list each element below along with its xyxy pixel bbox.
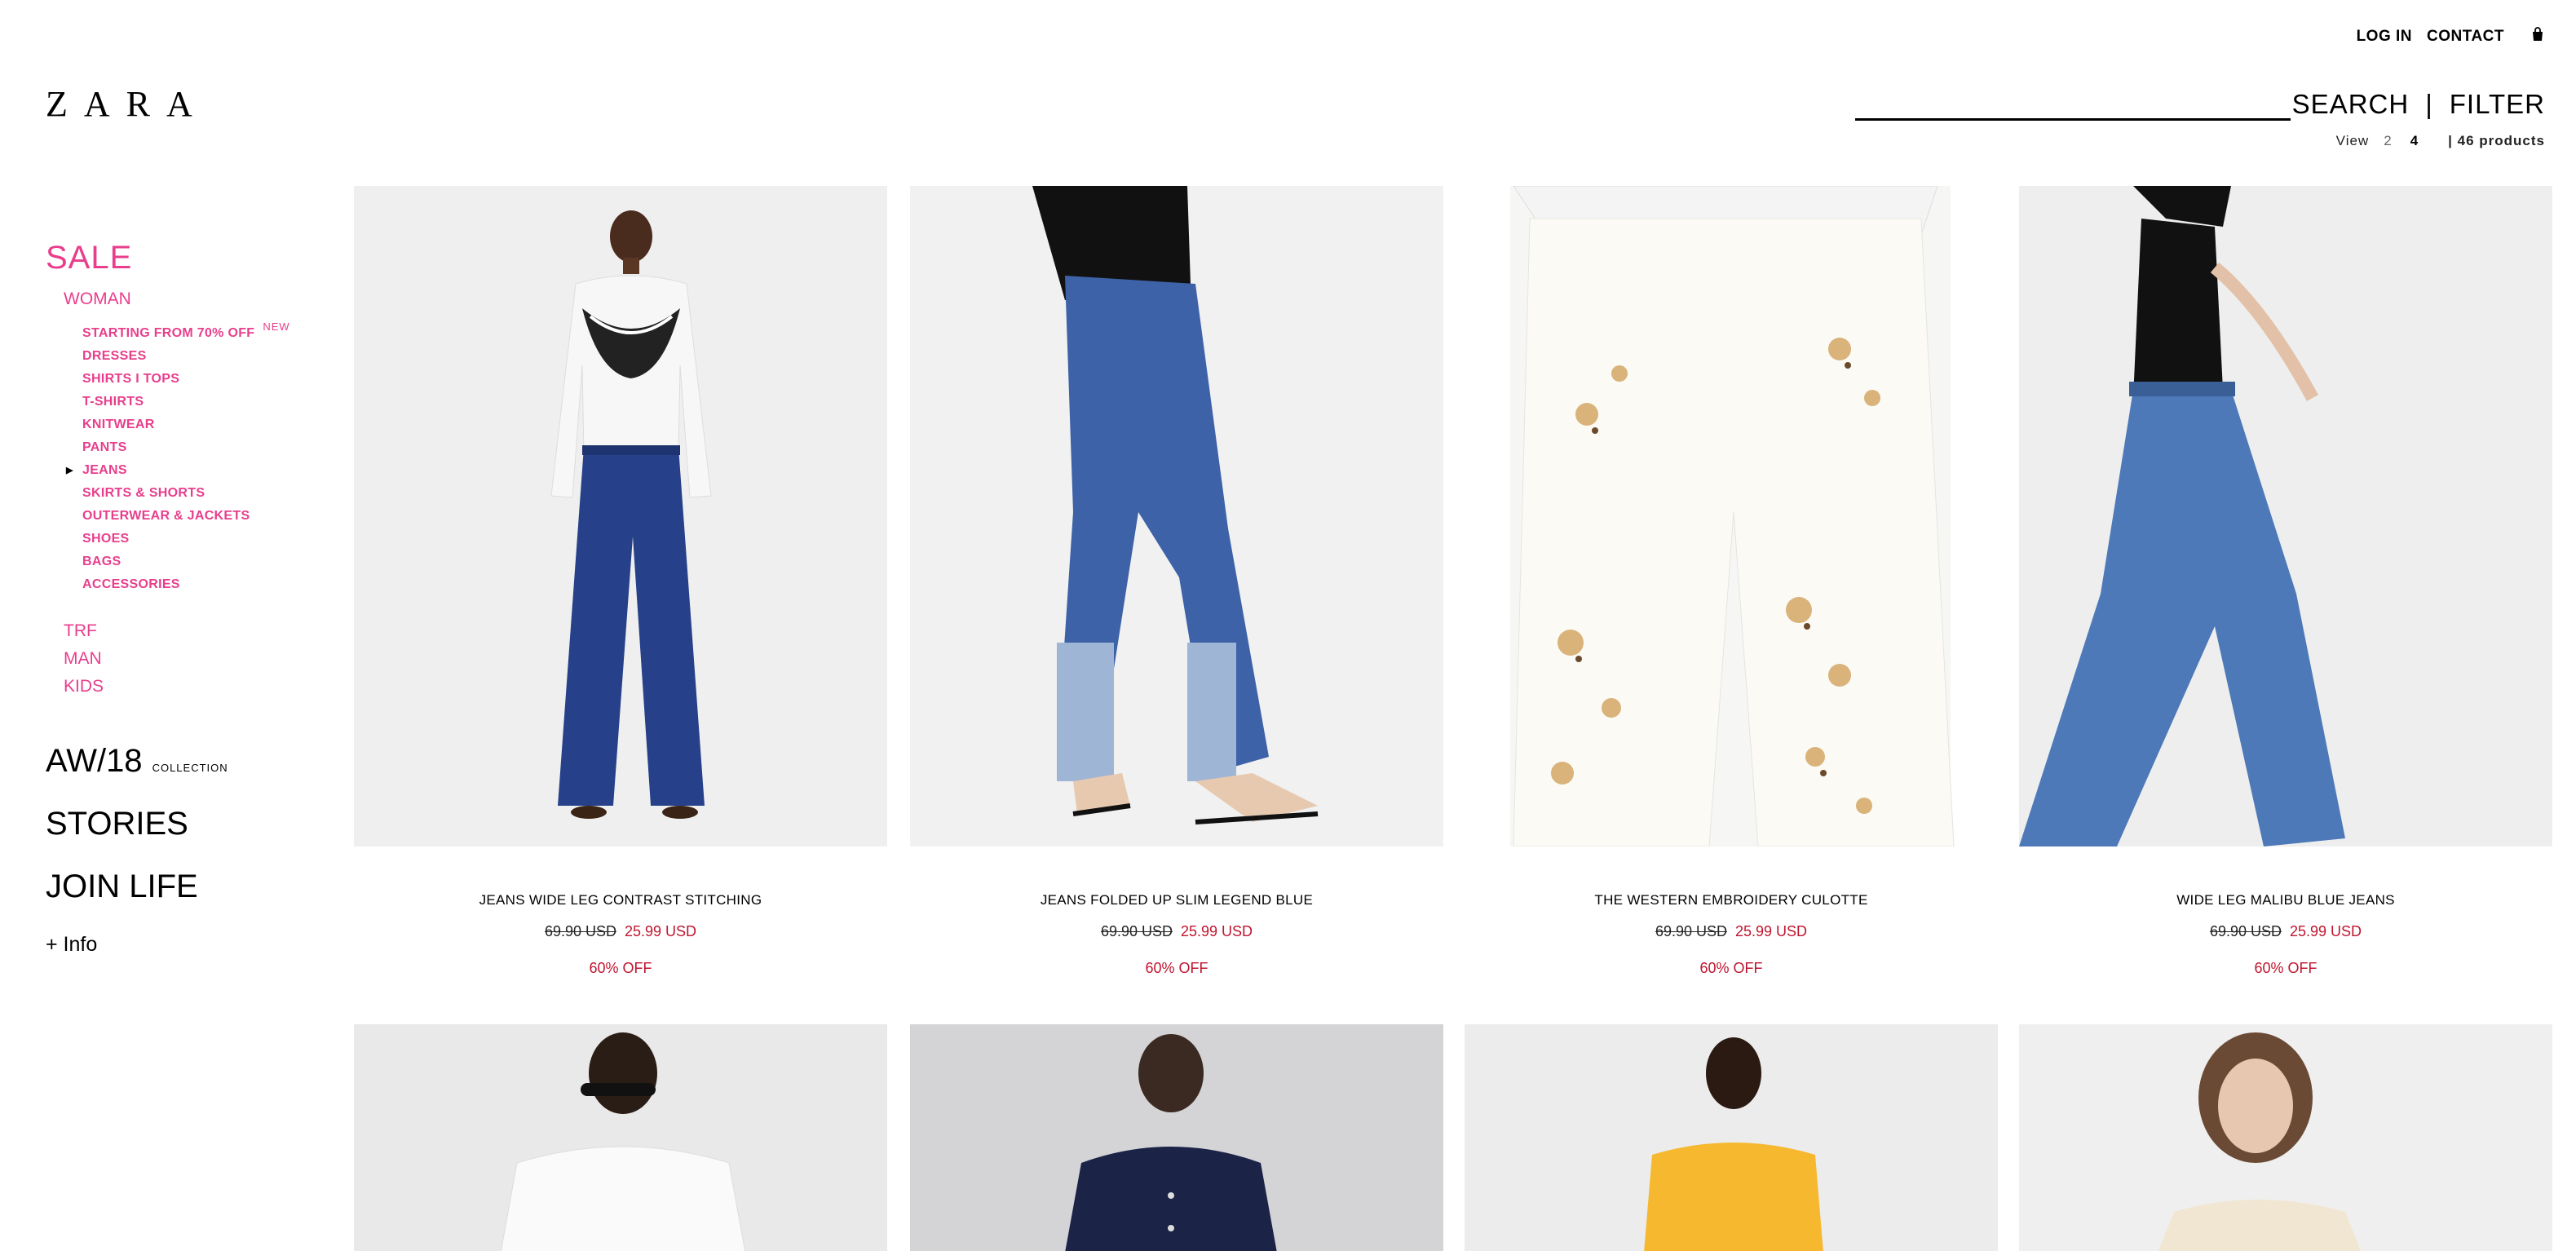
product-image[interactable] <box>1465 186 1998 847</box>
subcat-jeans[interactable]: ▶ JEANS <box>66 459 315 482</box>
product-card <box>2019 1024 2552 1251</box>
product-prices: 69.90 USD 25.99 USD <box>2019 923 2552 940</box>
separator: | <box>2425 89 2433 119</box>
search-input[interactable] <box>1854 95 2291 121</box>
product-card <box>354 1024 887 1251</box>
subcat-skirts-shorts[interactable]: SKIRTS & SHORTS <box>82 482 315 505</box>
discount-label: 60% OFF <box>589 960 652 976</box>
discount-label: 60% OFF <box>1699 960 1763 976</box>
subcat-pants[interactable]: PANTS <box>82 436 315 459</box>
aw18-link[interactable]: AW/18 COLLECTION <box>46 743 315 780</box>
product-name[interactable]: JEANS WIDE LEG CONTRAST STITCHING <box>354 892 887 908</box>
product-card: THE WESTERN EMBROIDERY CULOTTE 69.90 USD… <box>1465 186 1998 977</box>
section-links: AW/18 COLLECTION STORIES JOIN LIFE + Info <box>46 743 315 957</box>
stories-link[interactable]: STORIES <box>46 806 315 842</box>
product-prices: 69.90 USD 25.99 USD <box>354 923 887 940</box>
product-name[interactable]: WIDE LEG MALIBU BLUE JEANS <box>2019 892 2552 908</box>
sidebar-woman[interactable]: WOMAN <box>64 290 315 309</box>
svg-text:ZARA: ZARA <box>46 90 209 121</box>
view-4-columns[interactable]: 4 <box>2410 133 2419 149</box>
subcategory-list: STARTING FROM 70% OFF NEW DRESSES SHIRTS … <box>66 320 315 596</box>
view-label: View <box>2335 133 2370 148</box>
top-categories: TRF MAN KIDS <box>64 617 315 701</box>
product-name[interactable]: JEANS FOLDED UP SLIM LEGEND BLUE <box>910 892 1443 908</box>
sale-price: 25.99 USD <box>1735 923 1808 939</box>
sidebar: SALE WOMAN STARTING FROM 70% OFF NEW DRES… <box>46 240 315 957</box>
subcat-t-shirts[interactable]: T-SHIRTS <box>82 391 315 413</box>
sidebar-sale[interactable]: SALE <box>46 240 315 276</box>
subcat-outerwear-jackets[interactable]: OUTERWEAR & JACKETS <box>82 505 315 528</box>
product-prices: 69.90 USD 25.99 USD <box>1465 923 1998 940</box>
info-link[interactable]: + Info <box>46 933 315 957</box>
product-prices: 69.90 USD 25.99 USD <box>910 923 1443 940</box>
discount-label: 60% OFF <box>2254 960 2318 976</box>
subcat-shoes[interactable]: SHOES <box>82 528 315 550</box>
product-image[interactable] <box>1465 1024 1998 1251</box>
view-2-columns[interactable]: 2 <box>2384 133 2392 149</box>
product-count: | 46 products <box>2448 133 2545 148</box>
discount-label: 60% OFF <box>1145 960 1208 976</box>
product-card: WIDE LEG MALIBU BLUE JEANS 69.90 USD 25.9… <box>2019 186 2552 977</box>
old-price: 69.90 USD <box>544 923 616 939</box>
sale-price: 25.99 USD <box>2290 923 2362 939</box>
old-price: 69.90 USD <box>1100 923 1173 939</box>
product-card <box>910 1024 1443 1251</box>
subcat-label: STARTING FROM 70% OFF <box>82 326 255 340</box>
subcat-bags[interactable]: BAGS <box>82 550 315 573</box>
zara-logo[interactable]: ZARA <box>46 90 214 121</box>
subcat-accessories[interactable]: ACCESSORIES <box>82 573 315 596</box>
view-options: View 2 4 | 46 products <box>2336 133 2545 149</box>
active-arrow-icon: ▶ <box>66 466 73 475</box>
top-nav: LOG IN CONTACT <box>2357 27 2545 46</box>
shopping-bag-icon[interactable] <box>2530 27 2545 42</box>
product-caption: WIDE LEG MALIBU BLUE JEANS 69.90 USD 25.9… <box>2019 892 2552 977</box>
old-price: 69.90 USD <box>1655 923 1727 939</box>
sale-price: 25.99 USD <box>625 923 697 939</box>
aw18-label: AW/18 <box>46 743 143 779</box>
cat-kids[interactable]: KIDS <box>64 673 315 701</box>
subcat-label: JEANS <box>82 463 127 477</box>
subcat-shirts-tops[interactable]: SHIRTS I TOPS <box>82 368 315 391</box>
product-image[interactable] <box>910 1024 1443 1251</box>
product-card: JEANS WIDE LEG CONTRAST STITCHING 69.90 … <box>354 186 887 977</box>
product-image[interactable] <box>2019 186 2552 847</box>
product-caption: JEANS FOLDED UP SLIM LEGEND BLUE 69.90 U… <box>910 892 1443 977</box>
login-link[interactable]: LOG IN <box>2357 28 2412 46</box>
join-life-link[interactable]: JOIN LIFE <box>46 869 315 905</box>
product-image[interactable] <box>354 186 887 847</box>
filter-button[interactable]: FILTER <box>2450 88 2545 121</box>
sale-price: 25.99 USD <box>1181 923 1253 939</box>
product-image[interactable] <box>2019 1024 2552 1251</box>
new-badge: NEW <box>263 320 290 333</box>
product-caption: THE WESTERN EMBROIDERY CULOTTE 69.90 USD… <box>1465 892 1998 977</box>
contact-link[interactable]: CONTACT <box>2427 28 2504 46</box>
collection-label: COLLECTION <box>152 762 228 774</box>
search-filter-bar: SEARCH | FILTER <box>1854 88 2545 121</box>
cat-man[interactable]: MAN <box>64 645 315 673</box>
product-card <box>1465 1024 1998 1251</box>
old-price: 69.90 USD <box>2209 923 2282 939</box>
subcat-dresses[interactable]: DRESSES <box>82 345 315 368</box>
product-image[interactable] <box>354 1024 887 1251</box>
product-caption: JEANS WIDE LEG CONTRAST STITCHING 69.90 … <box>354 892 887 977</box>
subcat-starting-70-off[interactable]: STARTING FROM 70% OFF NEW <box>82 320 315 345</box>
subcat-knitwear[interactable]: KNITWEAR <box>82 413 315 436</box>
product-image[interactable] <box>910 186 1443 847</box>
product-card: JEANS FOLDED UP SLIM LEGEND BLUE 69.90 U… <box>910 186 1443 977</box>
cat-trf[interactable]: TRF <box>64 617 315 645</box>
search-button[interactable]: SEARCH <box>2292 88 2410 121</box>
product-name[interactable]: THE WESTERN EMBROIDERY CULOTTE <box>1465 892 1998 908</box>
